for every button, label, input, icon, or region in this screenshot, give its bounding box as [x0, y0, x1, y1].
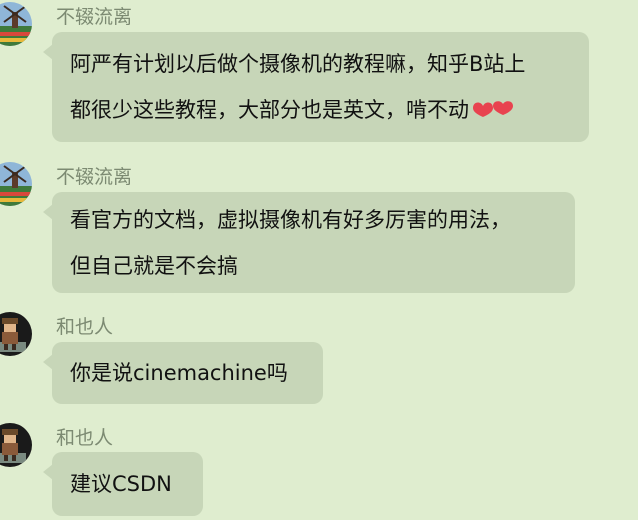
sender-name: 和也人: [56, 316, 114, 338]
sender-name: 不辍流离: [56, 166, 133, 188]
message-text-line: 看官方的文档，虚拟摄像机有好多厉害的用法，: [70, 208, 511, 232]
windmill-landscape-icon[interactable]: [0, 2, 32, 46]
bubble-tail: [43, 354, 53, 370]
message-bubble[interactable]: 你是说cinemachine吗: [43, 342, 323, 404]
bubble-tail: [43, 204, 53, 220]
pixel-character-icon[interactable]: [0, 312, 32, 356]
message-bubble[interactable]: 阿严有计划以后做个摄像机的教程嘛，知乎B站上 都很少这些教程，大部分也是英文，啃…: [43, 32, 589, 142]
heart-icon: [471, 88, 515, 134]
bubble-tail: [43, 44, 53, 60]
message-text-line: 但自己就是不会搞: [70, 254, 238, 278]
message-text-line: 都很少这些教程，大部分也是英文，啃不动: [70, 87, 571, 134]
sender-name: 不辍流离: [56, 6, 133, 28]
message-text-line: 建议CSDN: [70, 472, 172, 496]
message-text-line: 你是说cinemachine吗: [70, 361, 288, 385]
sender-name: 和也人: [56, 427, 114, 449]
message-bubble[interactable]: 建议CSDN: [43, 452, 203, 516]
chat-history: 不辍流离 阿严有计划以后做个摄像机的教程嘛，知乎B站上 都很少这些教程，大部分也…: [0, 0, 638, 520]
message-text-line: 阿严有计划以后做个摄像机的教程嘛，知乎B站上: [70, 52, 526, 76]
pixel-character-icon[interactable]: [0, 423, 32, 467]
bubble-tail: [43, 464, 53, 480]
message-bubble[interactable]: 看官方的文档，虚拟摄像机有好多厉害的用法， 但自己就是不会搞: [43, 192, 575, 293]
windmill-landscape-icon[interactable]: [0, 162, 32, 206]
message-text: 都很少这些教程，大部分也是英文，啃不动: [70, 98, 469, 122]
